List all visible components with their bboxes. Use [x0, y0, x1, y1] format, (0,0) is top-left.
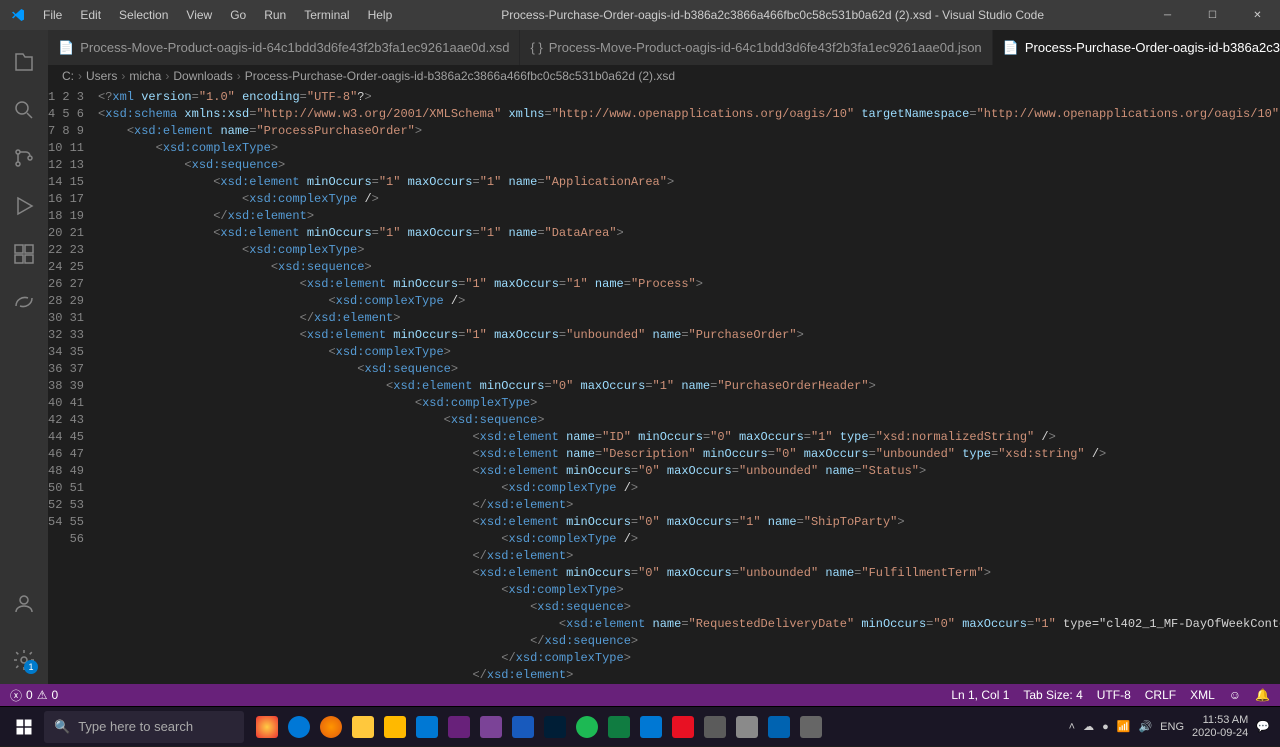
menu-selection[interactable]: Selection — [111, 4, 176, 26]
status-eol[interactable]: CRLF — [1145, 688, 1176, 702]
menu-go[interactable]: Go — [222, 4, 254, 26]
breadcrumb-item[interactable]: Downloads — [173, 69, 232, 83]
tray-datetime[interactable]: 11:53 AM 2020-09-24 — [1192, 714, 1248, 740]
extensions-icon[interactable] — [0, 230, 48, 278]
tab-bar: 📄 Process-Move-Product-oagis-id-64c1bdd3d… — [48, 30, 1280, 65]
status-line-col[interactable]: Ln 1, Col 1 — [951, 688, 1009, 702]
tray-lang[interactable]: ENG — [1160, 721, 1184, 733]
status-bell-icon[interactable]: 🔔 — [1255, 688, 1270, 702]
taskbar: 🔍 Type here to search ˄ ☁ ● 📶 🔊 ENG 11:5… — [0, 706, 1280, 746]
menu-file[interactable]: File — [35, 4, 70, 26]
taskbar-app[interactable] — [444, 707, 474, 747]
status-tab-size[interactable]: Tab Size: 4 — [1023, 688, 1082, 702]
status-errors[interactable]: ⓧ 0 ⚠ 0 — [10, 687, 58, 704]
breadcrumb[interactable]: C:› Users› micha› Downloads› Process-Pur… — [48, 65, 1280, 87]
status-encoding[interactable]: UTF-8 — [1097, 688, 1131, 702]
vscode-logo-icon — [0, 7, 35, 23]
menu-view[interactable]: View — [178, 4, 220, 26]
tab-label: Process-Move-Product-oagis-id-64c1bdd3d6… — [80, 40, 509, 55]
run-debug-icon[interactable] — [0, 182, 48, 230]
breadcrumb-item[interactable]: Process-Purchase-Order-oagis-id-b386a2c3… — [245, 69, 675, 83]
editor[interactable]: 1 2 3 4 5 6 7 8 9 10 11 12 13 14 15 16 1… — [48, 87, 1280, 684]
system-tray[interactable]: ˄ ☁ ● 📶 🔊 ENG 11:53 AM 2020-09-24 💬 — [1069, 714, 1276, 740]
breadcrumb-item[interactable]: micha — [129, 69, 161, 83]
menu-run[interactable]: Run — [256, 4, 294, 26]
taskbar-app[interactable] — [700, 707, 730, 747]
taskbar-app[interactable] — [252, 707, 282, 747]
close-button[interactable]: ✕ — [1235, 0, 1280, 30]
search-placeholder: Type here to search — [78, 719, 193, 734]
breadcrumb-item[interactable]: Users — [86, 69, 117, 83]
file-icon: 📄 — [1003, 40, 1019, 56]
tray-chevron-icon[interactable]: ˄ — [1069, 721, 1075, 733]
window-title: Process-Purchase-Order-oagis-id-b386a2c3… — [400, 8, 1145, 22]
taskbar-app[interactable] — [668, 707, 698, 747]
breadcrumb-item[interactable]: C: — [62, 69, 74, 83]
tab-0[interactable]: 📄 Process-Move-Product-oagis-id-64c1bdd3d… — [48, 30, 520, 65]
code-content[interactable]: <?xml version="1.0" encoding="UTF-8"?> <… — [98, 87, 1280, 684]
tray-onedrive-icon[interactable]: ☁ — [1083, 720, 1094, 733]
taskbar-app[interactable] — [572, 707, 602, 747]
taskbar-app[interactable] — [284, 707, 314, 747]
explorer-icon[interactable] — [0, 38, 48, 86]
line-numbers: 1 2 3 4 5 6 7 8 9 10 11 12 13 14 15 16 1… — [48, 87, 98, 684]
status-lang[interactable]: XML — [1190, 688, 1215, 702]
tab-label: Process-Move-Product-oagis-id-64c1bdd3d6… — [549, 40, 982, 55]
taskbar-app[interactable] — [732, 707, 762, 747]
menu-terminal[interactable]: Terminal — [296, 4, 357, 26]
settings-icon[interactable]: 1 — [0, 636, 48, 684]
file-icon: { } — [530, 40, 542, 55]
file-icon: 📄 — [58, 40, 74, 56]
maximize-button[interactable]: ☐ — [1190, 0, 1235, 30]
statusbar: ⓧ 0 ⚠ 0 Ln 1, Col 1 Tab Size: 4 UTF-8 CR… — [0, 684, 1280, 706]
tray-jabra-icon[interactable]: ● — [1102, 721, 1109, 733]
status-feedback-icon[interactable]: ☺ — [1229, 688, 1241, 702]
taskbar-app[interactable] — [508, 707, 538, 747]
taskbar-search[interactable]: 🔍 Type here to search — [44, 711, 244, 743]
taskbar-apps — [252, 707, 826, 747]
minimize-button[interactable]: ─ — [1145, 0, 1190, 30]
taskbar-app[interactable] — [316, 707, 346, 747]
taskbar-app[interactable] — [476, 707, 506, 747]
remote-icon[interactable] — [0, 278, 48, 326]
taskbar-app[interactable] — [540, 707, 570, 747]
accounts-icon[interactable] — [0, 580, 48, 628]
tab-label: Process-Purchase-Order-oagis-id-b386a2c3… — [1025, 40, 1280, 55]
tray-wifi-icon[interactable]: 📶 — [1117, 720, 1131, 733]
tab-1[interactable]: { } Process-Move-Product-oagis-id-64c1bdd… — [520, 30, 992, 65]
titlebar: File Edit Selection View Go Run Terminal… — [0, 0, 1280, 30]
search-icon[interactable] — [0, 86, 48, 134]
settings-badge: 1 — [24, 660, 38, 674]
source-control-icon[interactable] — [0, 134, 48, 182]
menu-bar: File Edit Selection View Go Run Terminal… — [35, 4, 400, 26]
taskbar-app[interactable] — [348, 707, 378, 747]
taskbar-app[interactable] — [764, 707, 794, 747]
tray-volume-icon[interactable]: 🔊 — [1138, 720, 1152, 733]
menu-edit[interactable]: Edit — [72, 4, 109, 26]
taskbar-app[interactable] — [604, 707, 634, 747]
taskbar-app[interactable] — [412, 707, 442, 747]
start-button[interactable] — [4, 707, 44, 747]
search-icon: 🔍 — [54, 719, 70, 735]
taskbar-app[interactable] — [796, 707, 826, 747]
taskbar-app[interactable] — [636, 707, 666, 747]
tray-notifications-icon[interactable]: 💬 — [1256, 720, 1270, 733]
taskbar-app[interactable] — [380, 707, 410, 747]
tab-2[interactable]: 📄 Process-Purchase-Order-oagis-id-b386a2c… — [993, 30, 1280, 65]
activity-bar: 1 — [0, 30, 48, 684]
menu-help[interactable]: Help — [360, 4, 401, 26]
